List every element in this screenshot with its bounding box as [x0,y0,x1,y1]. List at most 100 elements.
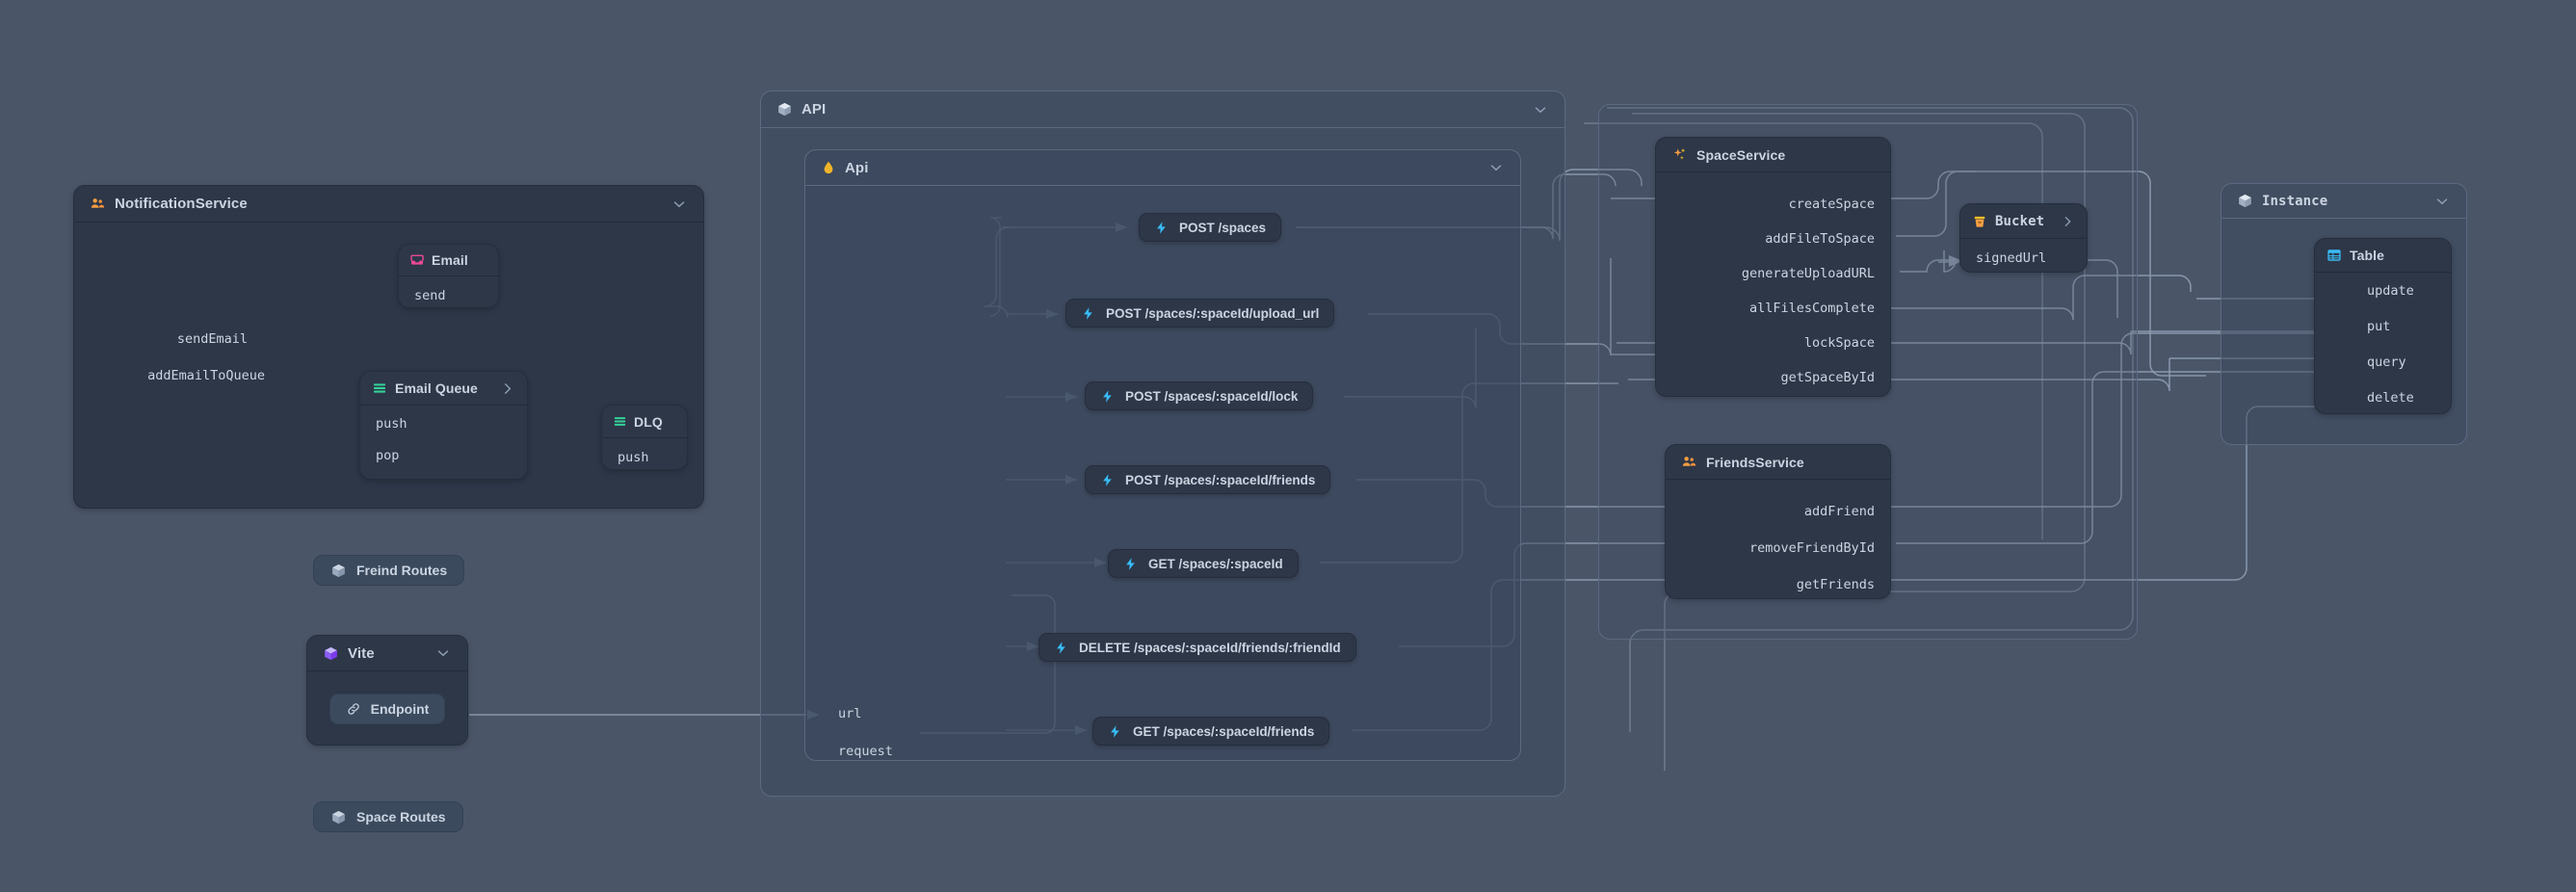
node-title: Space Routes [356,809,446,825]
node-body: signedUrl [1960,239,2087,273]
node-email-queue[interactable]: Email Queue push pop [359,371,528,480]
endpoint-button[interactable]: Endpoint [329,693,446,724]
member-row[interactable]: addFriend [1666,501,1890,522]
member-row[interactable]: request [823,741,893,762]
member-row[interactable]: sendEmail [74,328,263,350]
route-label: GET /spaces/:spaceId [1148,556,1283,571]
member-row[interactable]: push [602,447,649,468]
member-row[interactable]: put [2352,316,2390,337]
chevron-down-icon[interactable] [2433,193,2451,210]
node-header[interactable]: FriendsService [1666,445,1890,480]
node-header[interactable]: API [761,92,1564,128]
node-header[interactable]: SpaceService [1656,138,1890,172]
node-freind-routes[interactable]: Freind Routes [313,555,465,586]
node-title: Freind Routes [356,563,448,578]
member-row[interactable]: createSpace [1656,194,1890,215]
node-title: Email Queue [395,380,478,396]
member-row[interactable]: query [2352,352,2406,373]
cube-icon [776,101,793,118]
route-pill-post-upload-url[interactable]: POST /spaces/:spaceId/upload_url [1065,299,1335,328]
node-dlq[interactable]: DLQ push [601,405,688,470]
chevron-down-icon[interactable] [1532,101,1549,118]
lightning-icon [1100,473,1115,487]
route-label: POST /spaces/:spaceId/upload_url [1106,305,1320,321]
member-row[interactable]: update [2352,280,2414,302]
lightning-icon [1054,641,1068,655]
node-header[interactable]: Table [2315,239,2451,273]
member-row[interactable]: getSpaceById [1656,367,1890,388]
diagram-canvas[interactable]: NotificationService sendEmail addEmailTo… [0,0,2576,892]
people-icon [1681,454,1697,470]
node-body: send [399,276,498,308]
node-friends-service[interactable]: FriendsService addFriend removeFriendByI… [1665,444,1891,599]
queue-icon [613,414,627,429]
node-title: Bucket [1995,213,2045,229]
route-label: DELETE /spaces/:spaceId/friends/:friendI… [1079,640,1341,655]
lightning-icon [1123,557,1138,571]
route-pill-get-friends[interactable]: GET /spaces/:spaceId/friends [1092,717,1330,746]
member-row[interactable]: send [399,285,446,306]
lightning-icon [1108,724,1122,739]
node-body: addFriend removeFriendById getFriends [1666,480,1890,599]
inbox-icon [409,252,425,268]
node-title: Vite [348,644,375,662]
node-space-routes[interactable]: Space Routes [313,801,463,832]
node-title: DLQ [634,413,663,430]
member-row[interactable]: push [360,413,407,434]
queue-icon [372,380,387,396]
node-api-outer[interactable]: API Api url request [760,91,1565,797]
route-pill-delete-friend[interactable]: DELETE /spaces/:spaceId/friends/:friendI… [1038,633,1356,662]
cube-icon [323,645,339,662]
node-email[interactable]: Email send [398,244,499,308]
node-header[interactable]: Email [399,245,498,276]
node-title: Api [845,159,869,176]
sparkles-icon [1671,146,1688,163]
node-header[interactable]: NotificationService [74,186,703,223]
member-row[interactable]: generateUploadURL [1656,263,1890,284]
route-pill-post-spaces[interactable]: POST /spaces [1139,213,1282,242]
node-title: FriendsService [1706,454,1804,470]
member-row[interactable]: delete [2352,387,2414,408]
node-header[interactable]: Instance [2221,184,2466,219]
node-vite[interactable]: Vite Endpoint [306,635,468,746]
route-pill-get-space[interactable]: GET /spaces/:spaceId [1108,549,1299,578]
people-icon [90,196,106,212]
route-pill-post-friends[interactable]: POST /spaces/:spaceId/friends [1085,465,1331,494]
chevron-down-icon[interactable] [434,644,452,662]
chevron-right-icon[interactable] [499,380,515,397]
node-bucket[interactable]: Bucket signedUrl [1959,203,2088,273]
route-pill-post-lock[interactable]: POST /spaces/:spaceId/lock [1085,381,1314,410]
node-body: push pop [360,406,527,479]
member-row[interactable]: removeFriendById [1666,538,1890,559]
member-row[interactable]: addEmailToQueue [74,365,280,386]
endpoint-label: Endpoint [370,700,430,717]
node-body: update put query delete [2315,273,2451,414]
node-body: push [602,438,687,470]
lightning-icon [1154,221,1169,235]
member-row[interactable]: lockSpace [1656,332,1890,354]
node-table[interactable]: Table update put query delete [2314,238,2452,414]
member-row[interactable]: getFriends [1666,574,1890,595]
member-row[interactable]: url [823,703,861,724]
node-title: NotificationService [115,196,248,212]
node-header[interactable]: Email Queue [360,372,527,406]
member-row[interactable]: signedUrl [1960,248,2046,269]
node-space-service[interactable]: SpaceService createSpace addFileToSpace … [1655,137,1891,397]
member-row[interactable]: addFileToSpace [1656,228,1890,249]
node-title: API [802,101,827,118]
route-label: GET /spaces/:spaceId/friends [1133,723,1315,739]
node-header[interactable]: Bucket [1960,204,2087,239]
chevron-down-icon[interactable] [670,196,688,213]
chevron-right-icon[interactable] [2060,214,2075,229]
chevron-down-icon[interactable] [1487,159,1505,176]
lightning-icon [1081,306,1095,321]
node-header[interactable]: DLQ [602,406,687,438]
node-header[interactable]: Api [805,150,1520,186]
node-title: Email [432,252,468,268]
node-instance[interactable]: Instance Table update put query delete [2221,183,2467,445]
member-row[interactable]: allFilesComplete [1656,298,1890,319]
member-row[interactable]: pop [360,445,399,466]
node-body: Endpoint [307,671,467,746]
route-label: POST /spaces/:spaceId/friends [1125,472,1316,487]
node-header[interactable]: Vite [307,636,467,671]
